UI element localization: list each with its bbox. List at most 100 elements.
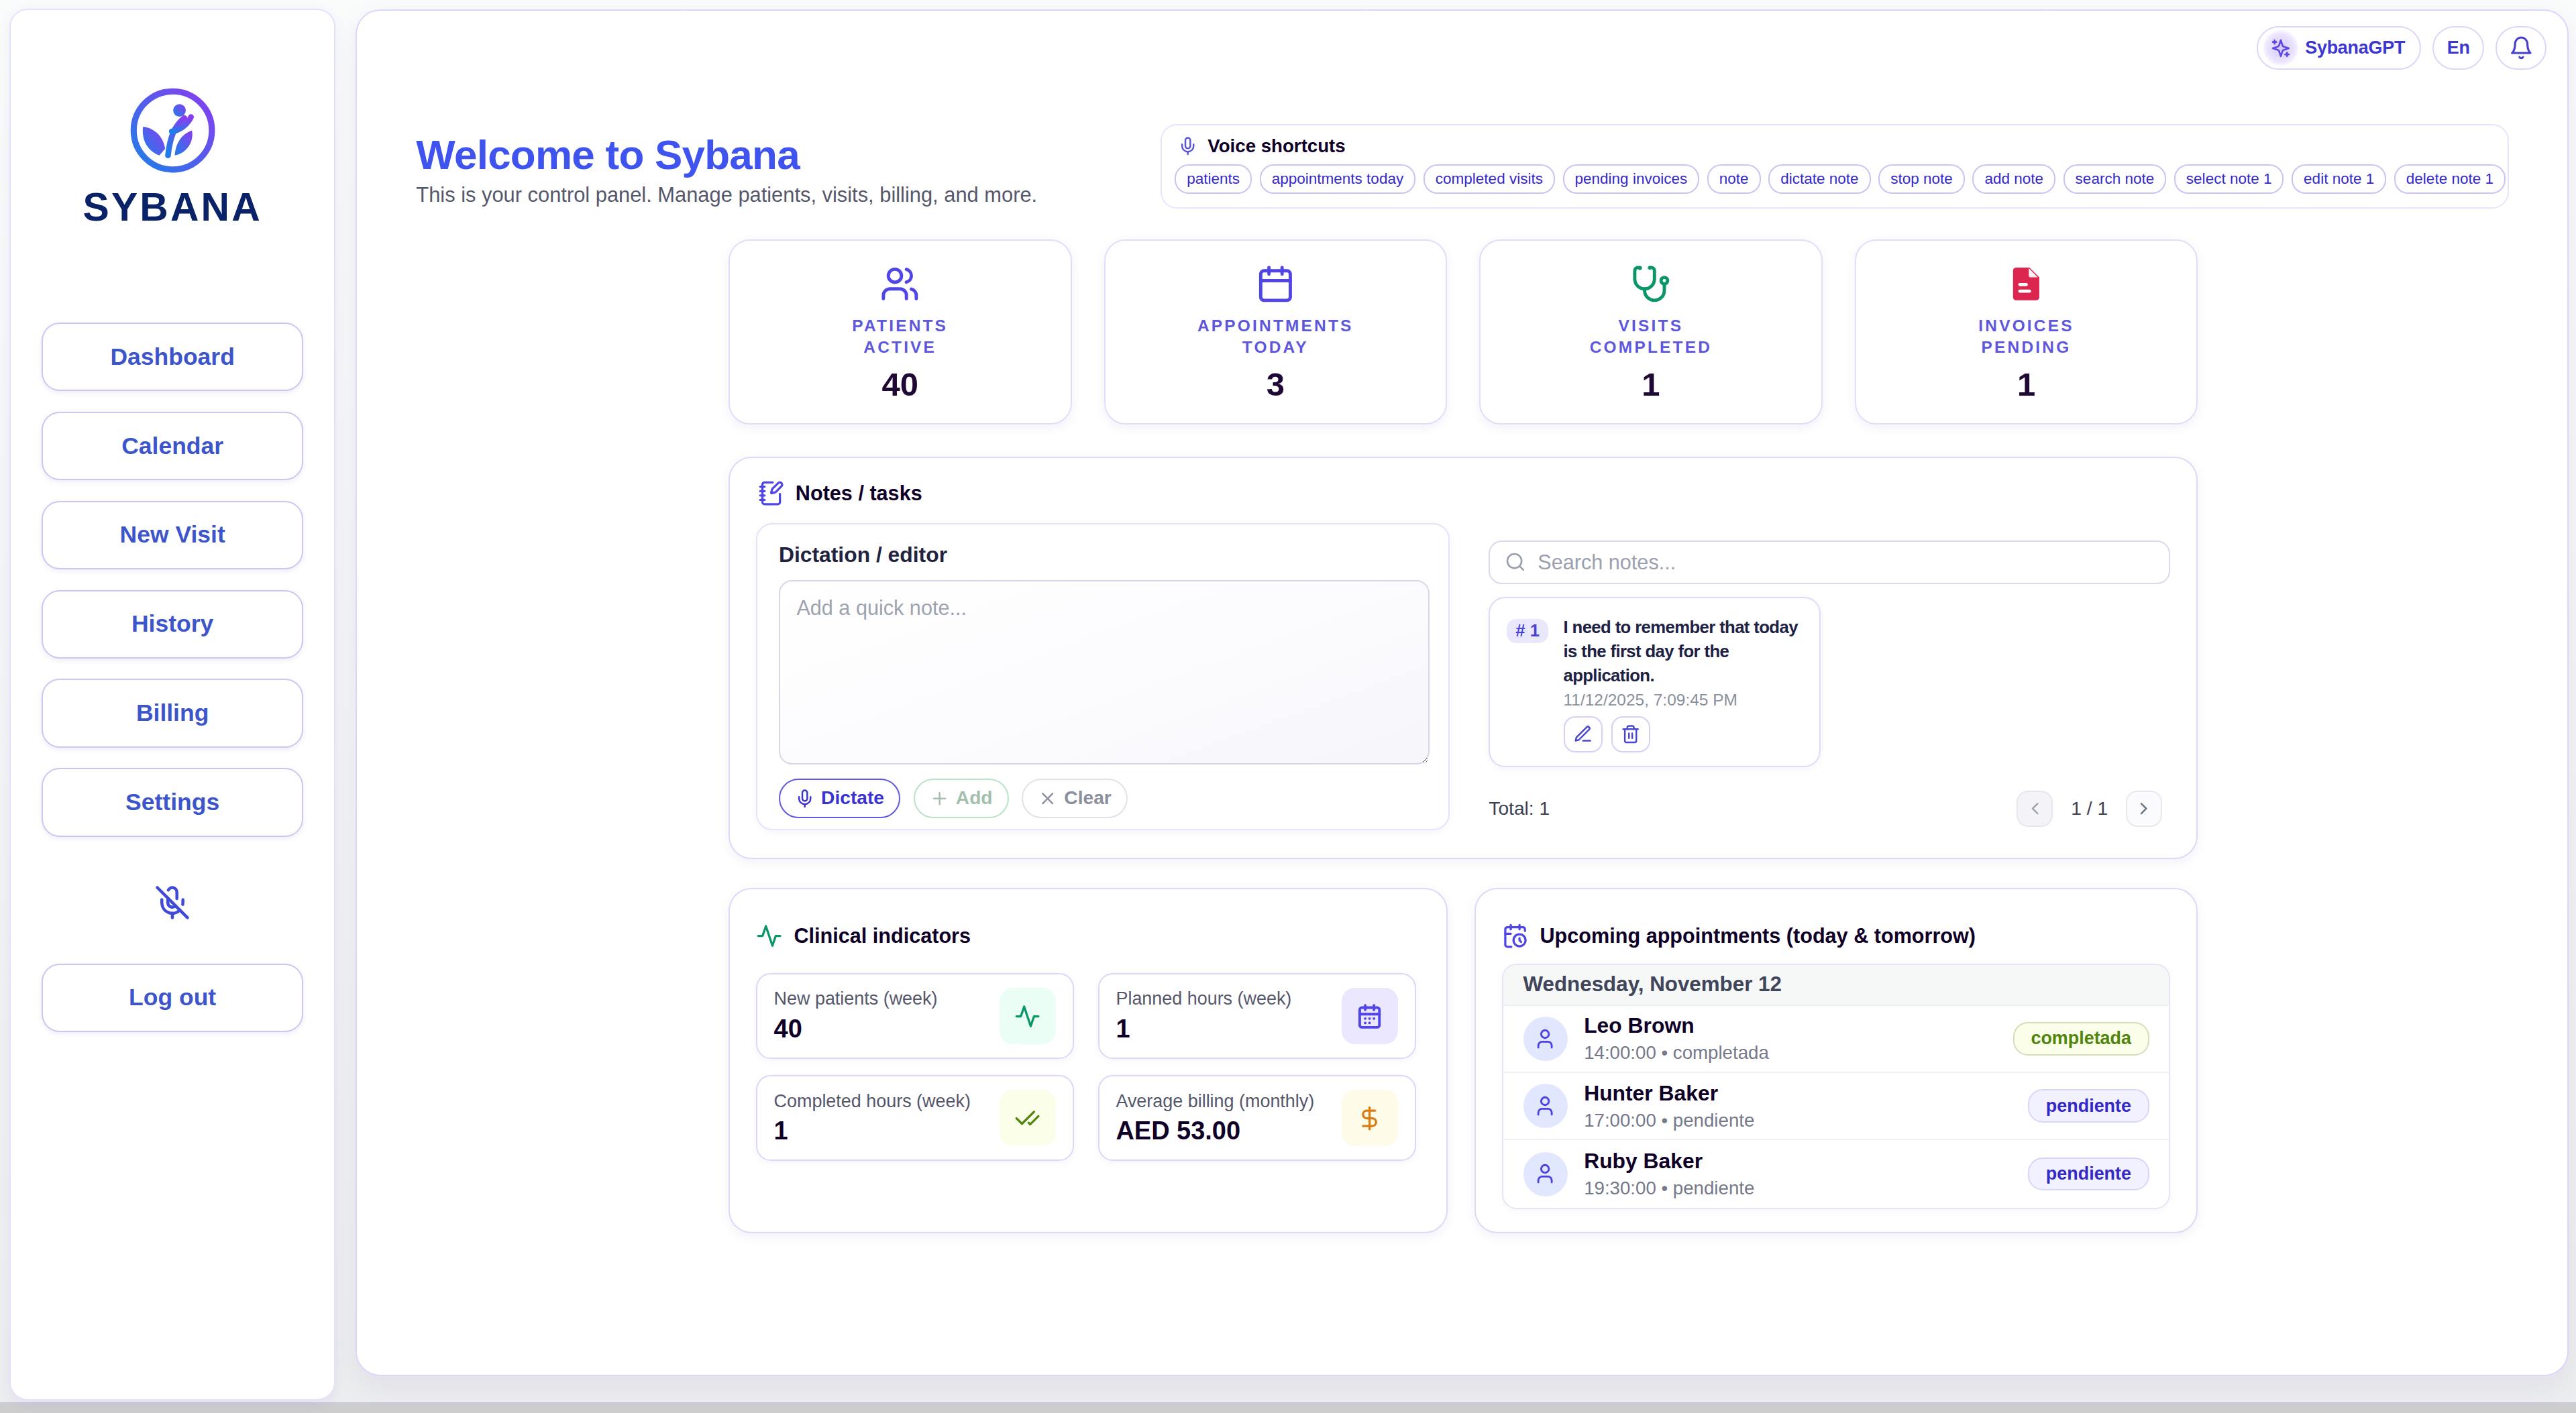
sidebar-item-new-visit[interactable]: New Visit [42,501,303,570]
stat-card-visits-completed: VisitsCompleted 1 [1479,239,1823,425]
appointment-name: Leo Brown [1584,1013,1996,1038]
calendar-icon [1256,264,1295,304]
next-page-button[interactable] [2126,791,2162,827]
sidebar-item-settings[interactable]: Settings [42,768,303,837]
stat-card-invoices-pending: InvoicesPending 1 [1855,239,2198,425]
user-icon [1534,1094,1556,1117]
appointment-row-ruby-baker: Ruby Baker 19:30:00 • pendiente pendient… [1503,1140,2169,1207]
calendar-clock-icon [1502,923,1528,949]
kpi-new-patients-week: New patients (week) 40 [756,973,1074,1059]
page-title: Welcome to Sybana [416,131,800,178]
user-icon [1534,1027,1556,1050]
stat-card-patients-active: PatientsActive 40 [729,239,1072,425]
clear-button[interactable]: Clear [1022,779,1128,818]
x-icon [1038,789,1057,808]
appointment-time-status: 17:00:00 • pendiente [1584,1110,2012,1131]
status-badge-completada: completada [2013,1022,2149,1056]
voice-chips: patients appointments today completed vi… [1175,164,2494,194]
voice-chip-patients[interactable]: patients [1175,164,1252,194]
search-notes-box [1489,541,2170,584]
appointment-row-hunter-baker: Hunter Baker 17:00:00 • pendiente pendie… [1503,1073,2169,1140]
edit-note-button[interactable] [1564,716,1603,752]
stat-card-appointments-today: AppointmentsToday 3 [1104,239,1448,425]
sidebar-item-billing[interactable]: Billing [42,679,303,748]
appointments-day-header: Wednesday, November 12 [1503,965,2169,1005]
add-note-button[interactable]: Add [914,779,1009,818]
voice-chip-delete-note-1[interactable]: delete note 1 [2394,164,2506,194]
stethoscope-icon [1631,264,1671,304]
brand-name: SYBANA [83,184,262,229]
notes-tasks-title: Notes / tasks [796,482,922,505]
search-notes-input[interactable] [1538,551,2154,574]
invoice-file-icon [2006,264,2046,304]
voice-shortcuts-panel: Voice shortcuts patients appointments to… [1161,124,2510,209]
stats-row: PatientsActive 40 AppointmentsToday 3 Vi… [729,239,2198,425]
topbar: SybanaGPT En [2257,26,2546,70]
dollar-icon [1342,1090,1398,1146]
notebook-pen-icon [758,480,784,506]
note-card: # 1 I need to remember that today is the… [1489,597,1821,767]
prev-page-button[interactable] [2017,791,2053,827]
pencil-icon [1573,724,1593,744]
voice-chip-add-note[interactable]: add note [1972,164,2055,194]
page: SYBANA Dashboard Calendar New Visit Hist… [0,0,2576,1413]
voice-shortcuts-header: Voice shortcuts [1178,135,2495,157]
chevron-right-icon [2134,799,2153,818]
stat-value-patients-active: 40 [881,365,918,403]
mic-off-icon [154,885,191,921]
voice-chip-note[interactable]: note [1707,164,1761,194]
window-bottom-edge [0,1402,2576,1413]
status-badge-pendiente: pendiente [2028,1089,2149,1123]
note-timestamp: 11/12/2025, 7:09:45 PM [1564,691,1803,710]
page-subtitle: This is your control panel. Manage patie… [416,183,1037,207]
note-text: I need to remember that today is the fir… [1564,616,1803,687]
sybana-logo-icon [127,84,219,176]
notes-total: Total: 1 [1489,798,1550,819]
voice-chip-select-note-1[interactable]: select note 1 [2174,164,2284,194]
dictate-button[interactable]: Dictate [779,779,900,818]
note-number-badge: # 1 [1507,619,1549,643]
quick-note-input[interactable] [779,580,1430,764]
calendar-days-icon [1342,988,1398,1044]
appointments-list: Wednesday, November 12 Leo Brown 14:00:0… [1502,964,2170,1209]
delete-note-button[interactable] [1611,716,1651,752]
voice-shortcuts-title: Voice shortcuts [1208,135,1345,157]
status-badge-pendiente: pendiente [2028,1157,2149,1191]
sidebar: SYBANA Dashboard Calendar New Visit Hist… [9,9,335,1400]
upcoming-appointments-header: Upcoming appointments (today & tomorrow) [1502,923,2170,949]
notes-tasks-header: Notes / tasks [758,480,2171,506]
notifications-button[interactable] [2496,26,2546,70]
clinical-indicators-card: Clinical indicators New patients (week) … [729,888,1448,1233]
kpi-average-billing-monthly: Average billing (monthly) AED 53.00 [1098,1075,1416,1161]
sidebar-item-calendar[interactable]: Calendar [42,412,303,481]
dictation-editor-title: Dictation / editor [779,543,1427,567]
voice-chip-pending-invoices[interactable]: pending invoices [1563,164,1700,194]
chevron-left-icon [2025,799,2045,818]
sidebar-item-history[interactable]: History [42,590,303,659]
voice-chip-edit-note-1[interactable]: edit note 1 [2292,164,2386,194]
language-button[interactable]: En [2432,26,2484,70]
mic-icon [795,789,814,808]
logo: SYBANA [83,84,262,229]
activity-icon [1000,988,1056,1044]
voice-chip-dictate-note[interactable]: dictate note [1768,164,1870,194]
users-icon [880,264,920,304]
stat-value-appointments-today: 3 [1267,365,1285,403]
logout-button[interactable]: Log out [42,964,303,1033]
kpi-planned-hours-week: Planned hours (week) 1 [1098,973,1416,1059]
kpi-completed-hours-week: Completed hours (week) 1 [756,1075,1074,1161]
appointment-time-status: 14:00:00 • completada [1584,1042,1996,1064]
stat-value-visits-completed: 1 [1642,365,1660,403]
voice-chip-stop-note[interactable]: stop note [1878,164,1964,194]
bell-icon [2509,36,2534,60]
voice-chip-appointments-today[interactable]: appointments today [1260,164,1415,194]
sidebar-item-dashboard[interactable]: Dashboard [42,323,303,392]
sybanagpt-button[interactable]: SybanaGPT [2257,26,2421,70]
trash-icon [1621,724,1640,744]
search-icon [1505,551,1526,573]
voice-chip-completed-visits[interactable]: completed visits [1424,164,1555,194]
stat-value-invoices-pending: 1 [2017,365,2035,403]
user-avatar [1523,1084,1568,1128]
voice-chip-search-note[interactable]: search note [2063,164,2166,194]
main-panel: SybanaGPT En Welcome to Sybana This is y… [356,9,2569,1376]
